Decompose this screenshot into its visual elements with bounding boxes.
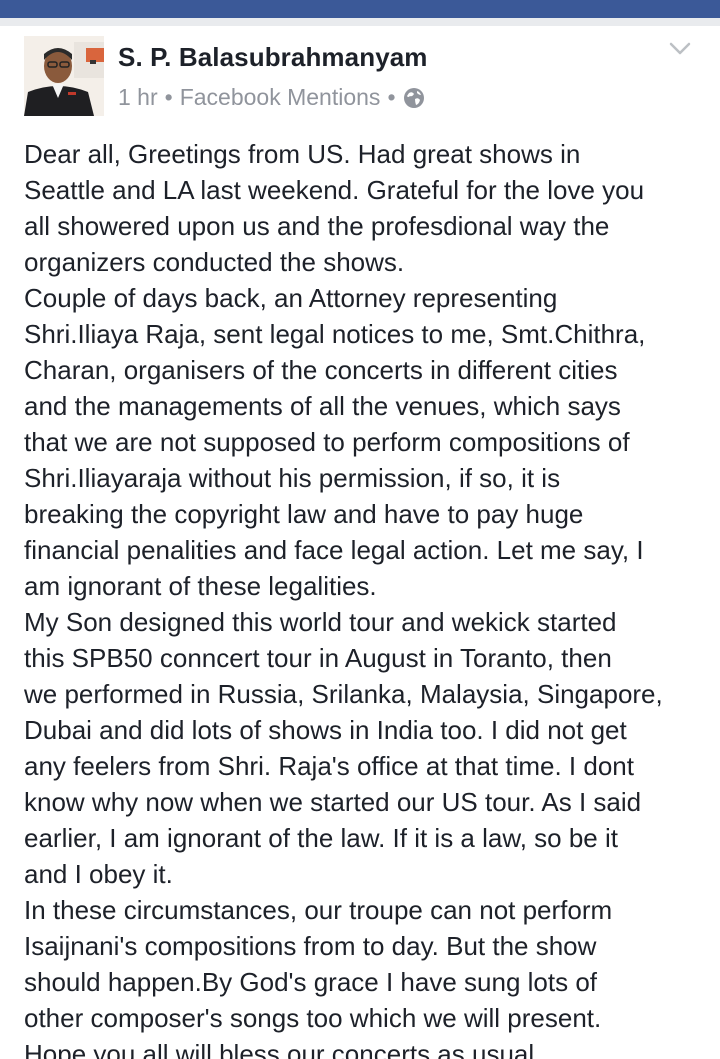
- post-text-line: Seattle and LA last weekend. Grateful fo…: [24, 175, 645, 205]
- post-text-line: My Son designed this world tour and weki…: [24, 607, 617, 637]
- app-top-bar: [0, 0, 720, 18]
- post-text-line: organizers conducted the shows.: [24, 247, 405, 277]
- post-text-line: earlier, I am ignorant of the law. If it…: [24, 823, 618, 853]
- post-card: S. P. Balasubrahmanyam 1 hr • Facebook M…: [0, 26, 720, 1059]
- post-text-line: Isaijnani's compositions from to day. Bu…: [24, 931, 597, 961]
- post-text-line: know why now when we started our US tour…: [24, 787, 642, 817]
- post-text-line: all showered upon us and the profesdiona…: [24, 211, 610, 241]
- post-meta: 1 hr • Facebook Mentions •: [118, 84, 425, 111]
- post-source[interactable]: Facebook Mentions: [180, 84, 381, 111]
- post-text-line: and I obey it.: [24, 859, 173, 889]
- post-text-line: this SPB50 conncert tour in August in To…: [24, 643, 612, 673]
- post-text-line: should happen.By God's grace I have sung…: [24, 967, 598, 997]
- post-text-line: In these circumstances, our troupe can n…: [24, 895, 613, 925]
- post-text-line: financial penalities and face legal acti…: [24, 535, 644, 565]
- chevron-down-icon[interactable]: [668, 38, 692, 58]
- avatar[interactable]: [24, 36, 104, 116]
- post-text-line: am ignorant of these legalities.: [24, 571, 377, 601]
- post-text-line: any feelers from Shri. Raja's office at …: [24, 751, 634, 781]
- meta-separator: •: [387, 84, 396, 110]
- post-text-line: Shri.Iliayaraja without his permission, …: [24, 463, 561, 493]
- post-text-line: Shri.Iliaya Raja, sent legal notices to …: [24, 319, 646, 349]
- meta-separator: •: [164, 84, 173, 110]
- feed-gap: [0, 18, 720, 26]
- post-text-line: that we are not supposed to perform comp…: [24, 427, 630, 457]
- post-text-line: other composer's songs too which we will…: [24, 1003, 602, 1033]
- author-name[interactable]: S. P. Balasubrahmanyam: [118, 42, 428, 73]
- post-text-line: Charan, organisers of the concerts in di…: [24, 355, 618, 385]
- post-text-line: we performed in Russia, Srilanka, Malays…: [24, 679, 663, 709]
- post-text-line: Dubai and did lots of shows in India too…: [24, 715, 627, 745]
- globe-icon[interactable]: [403, 87, 425, 109]
- post-text-line: Dear all, Greetings from US. Had great s…: [24, 139, 581, 169]
- post-text-line: and the managements of all the venues, w…: [24, 391, 621, 421]
- post-text-line: Hope you all will bless our concerts as …: [24, 1039, 542, 1059]
- post-time[interactable]: 1 hr: [118, 84, 158, 111]
- post-body: Dear all, Greetings from US. Had great s…: [24, 136, 704, 1059]
- post-text-line: breaking the copyright law and have to p…: [24, 499, 584, 529]
- post-text-line: Couple of days back, an Attorney represe…: [24, 283, 558, 313]
